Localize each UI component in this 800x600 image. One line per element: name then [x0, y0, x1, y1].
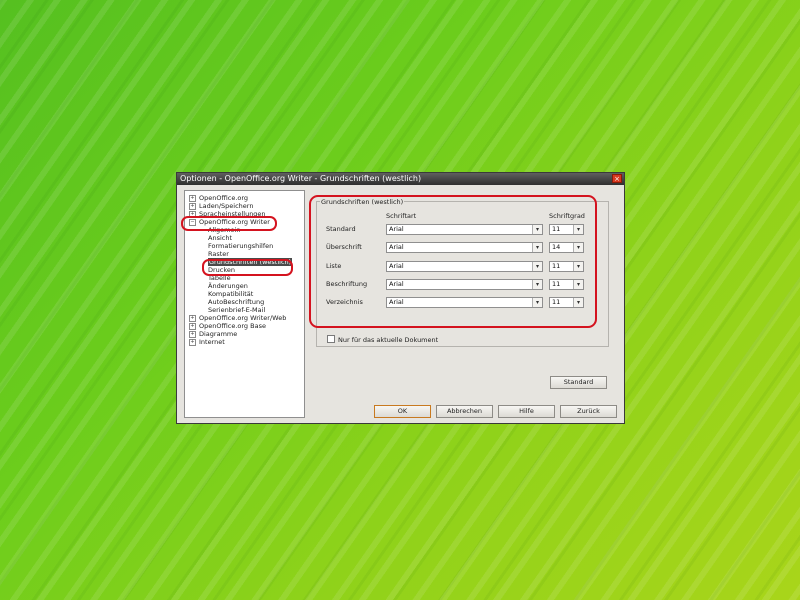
tree-item-label: OpenOffice.org: [199, 194, 249, 202]
options-dialog: Optionen - OpenOffice.org Writer - Grund…: [176, 172, 625, 424]
tree-item-label: Ansicht: [208, 234, 233, 242]
standard-button[interactable]: Standard: [550, 376, 607, 389]
tree-item[interactable]: + Internet: [189, 338, 225, 347]
tree-item-label: Raster: [208, 250, 229, 258]
back-button[interactable]: Zurück: [560, 405, 617, 418]
tree-item-label: Diagramme: [199, 330, 238, 338]
tree-item-label: Internet: [199, 338, 225, 346]
tree-item-label: Kompatibilität: [208, 290, 254, 298]
tree-item-label: OpenOffice.org Writer/Web: [199, 314, 287, 322]
only-current-document-checkbox[interactable]: Nur für das aktuelle Dokument: [327, 335, 438, 344]
highlight-oval-grundschriften: [202, 259, 293, 276]
ok-button[interactable]: OK: [374, 405, 431, 418]
expand-icon[interactable]: +: [189, 195, 196, 202]
title-bar[interactable]: Optionen - OpenOffice.org Writer - Grund…: [177, 173, 624, 185]
expand-icon[interactable]: +: [189, 331, 196, 338]
highlight-oval-group: [309, 195, 597, 328]
close-button[interactable]: ×: [612, 174, 622, 183]
help-button[interactable]: Hilfe: [498, 405, 555, 418]
tree-item-label: OpenOffice.org Base: [199, 322, 266, 330]
checkbox-label: Nur für das aktuelle Dokument: [338, 336, 439, 344]
tree-item-label: Änderungen: [208, 282, 248, 290]
settings-panel: Grundschriften (westlich) Schriftart Sch…: [309, 190, 620, 395]
window-title: Optionen - OpenOffice.org Writer - Grund…: [180, 174, 422, 183]
tree-item-label: Serienbrief-E-Mail: [208, 306, 266, 314]
close-icon: ×: [614, 175, 620, 183]
tree-item-label: Laden/Speichern: [199, 202, 254, 210]
highlight-oval-writer: [181, 216, 277, 231]
expand-icon[interactable]: +: [189, 323, 196, 330]
expand-icon[interactable]: +: [189, 203, 196, 210]
expand-icon[interactable]: +: [189, 315, 196, 322]
cancel-button[interactable]: Abbrechen: [436, 405, 493, 418]
checkbox-box[interactable]: [327, 335, 335, 343]
tree-item-label: Formatierungshilfen: [208, 242, 274, 250]
tree-item-label: AutoBeschriftung: [208, 298, 265, 306]
expand-icon[interactable]: +: [189, 339, 196, 346]
